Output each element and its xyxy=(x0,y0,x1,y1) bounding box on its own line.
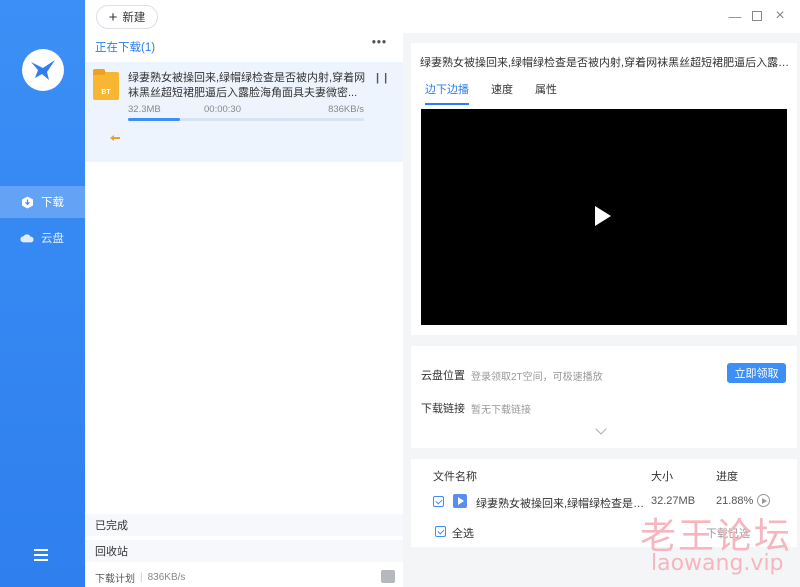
file-progress: 21.88% xyxy=(716,495,754,507)
play-circle-icon[interactable] xyxy=(757,494,770,507)
sidebar-item-label: 下载 xyxy=(41,197,64,209)
download-link-value: 暂无下载链接 xyxy=(471,405,531,416)
section-title: 正在下载(1) xyxy=(95,42,156,54)
task-progress-bar xyxy=(128,118,364,121)
file-size: 32.27MB xyxy=(651,495,696,507)
file-name: 绿妻熟女被操回来,绿帽绿检查是否被内射 xyxy=(476,498,650,510)
column-header-progress: 进度 xyxy=(716,471,738,483)
download-link-label: 下载链接 xyxy=(421,403,465,415)
plan-label: 下载计划 xyxy=(95,573,135,585)
video-player[interactable] xyxy=(421,109,787,325)
download-task-item[interactable]: BT 绿妻熟女被操回来,绿帽绿检查是否被内射,穿着网袜黑丝超短裙肥逼后入露脸海角… xyxy=(85,62,403,162)
hamburger-menu-icon[interactable] xyxy=(34,549,48,561)
plus-icon: + xyxy=(108,8,118,26)
cloud-location-value: 登录领取2T空间，可极速播放 xyxy=(471,372,603,383)
top-bar xyxy=(85,0,800,33)
cloud-icon xyxy=(20,231,34,245)
pause-icon[interactable]: | | xyxy=(376,72,388,84)
cloud-location-label: 云盘位置 xyxy=(421,370,465,382)
download-plan-bar[interactable]: 下载计划 | 836KB/s xyxy=(85,567,403,587)
sidebar-item-cloud[interactable]: 云盘 xyxy=(0,222,85,254)
play-icon[interactable] xyxy=(595,206,611,226)
sidebar-item-label: 云盘 xyxy=(41,233,64,245)
minimize-icon[interactable]: — xyxy=(727,8,743,24)
downloaded-size: 32.3MB xyxy=(128,104,161,115)
detail-tabs: 边下边播 速度 属性 xyxy=(425,81,579,105)
new-task-button[interactable]: + 新建 xyxy=(96,5,158,29)
task-title: 绿妻熟女被操回来,绿帽绿检查是否被内射,穿着网袜黑丝超短裙肥逼后入露脸海角面具夫… xyxy=(128,72,366,99)
detail-title: 绿妻熟女被操回来,绿帽绿检查是否被内射,穿着网袜黑丝超短裙肥逼后入露脸海角... xyxy=(420,57,790,69)
bird-logo-icon xyxy=(31,60,55,80)
video-file-icon xyxy=(453,494,467,508)
claim-now-button[interactable]: 立即领取 xyxy=(727,363,786,383)
app-logo xyxy=(22,49,64,91)
download-icon xyxy=(20,195,34,209)
chevron-down-icon[interactable] xyxy=(595,423,607,435)
maximize-icon[interactable] xyxy=(749,8,765,24)
close-icon[interactable]: × xyxy=(772,7,788,24)
detail-panel: 绿妻熟女被操回来,绿帽绿检查是否被内射,穿着网袜黑丝超短裙肥逼后入露脸海角...… xyxy=(411,43,797,335)
accelerate-icon xyxy=(110,135,120,141)
sidebar-item-download[interactable]: 下载 xyxy=(0,186,85,218)
new-task-label: 新建 xyxy=(122,12,146,24)
tab-properties[interactable]: 属性 xyxy=(535,81,557,105)
column-header-name: 文件名称 xyxy=(433,471,477,483)
file-type-label: BT xyxy=(101,89,111,96)
watermark-url: laowang.vip xyxy=(651,551,784,576)
select-all-checkbox[interactable] xyxy=(435,526,446,537)
downloading-section-header: 正在下载(1) ••• xyxy=(85,37,403,57)
plan-speed: 836KB/s xyxy=(147,571,186,583)
file-checkbox[interactable] xyxy=(433,496,444,507)
column-header-size: 大小 xyxy=(651,471,673,483)
elapsed-time: 00:00:30 xyxy=(204,104,241,115)
download-speed: 836KB/s xyxy=(328,104,364,115)
completed-label: 已完成 xyxy=(95,520,128,532)
tab-play-while-downloading[interactable]: 边下边播 xyxy=(425,81,469,105)
recycle-label: 回收站 xyxy=(95,546,128,558)
more-options-icon[interactable]: ••• xyxy=(372,37,387,49)
sidebar: 下载 云盘 xyxy=(0,0,85,587)
tab-speed[interactable]: 速度 xyxy=(491,81,513,105)
select-all-label: 全选 xyxy=(452,528,474,540)
bt-file-icon: BT xyxy=(93,69,119,100)
lock-icon[interactable] xyxy=(381,570,395,583)
completed-item[interactable]: 已完成 xyxy=(85,514,403,536)
cloud-info-panel: 云盘位置 登录领取2T空间，可极速播放 立即领取 下载链接 暂无下载链接 xyxy=(411,346,797,448)
recycle-bin-item[interactable]: 回收站 xyxy=(85,540,403,562)
